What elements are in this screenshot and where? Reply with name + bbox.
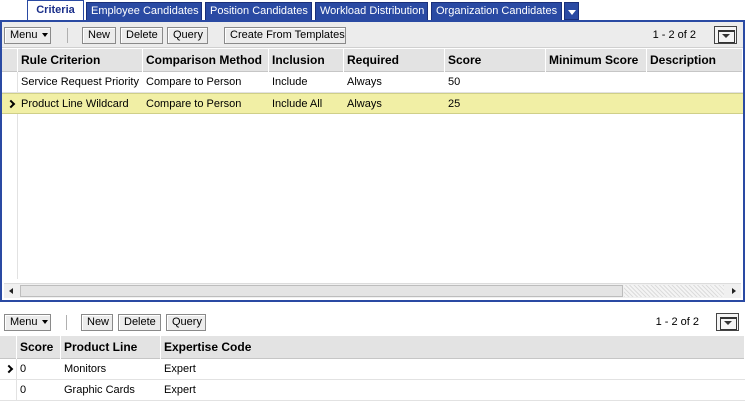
toggle-layout-icon[interactable] bbox=[714, 26, 737, 44]
create-from-templates-button[interactable]: Create From Templates bbox=[224, 27, 346, 44]
column-header-expertise-code[interactable]: Expertise Code bbox=[161, 336, 745, 359]
column-header-description[interactable]: Description bbox=[647, 49, 743, 72]
table-row[interactable]: 0 Graphic Cards Expert bbox=[0, 380, 745, 401]
table-row-selected[interactable]: Product Line Wildcard Compare to Person … bbox=[2, 93, 743, 114]
cell-score[interactable]: 50 bbox=[445, 72, 546, 92]
column-header-score[interactable]: Score bbox=[445, 49, 546, 72]
criteria-grid: Rule Criterion Comparison Method Inclusi… bbox=[2, 49, 743, 279]
horizontal-scrollbar[interactable] bbox=[4, 283, 741, 298]
product-line-grid: Score Product Line Expertise Code 0 Moni… bbox=[0, 336, 745, 401]
tab-organization-candidates[interactable]: Organization Candidates bbox=[431, 2, 562, 20]
cell-minimum-score[interactable] bbox=[546, 94, 647, 114]
cell-product-line[interactable]: Monitors bbox=[61, 359, 161, 379]
column-header-product-line[interactable]: Product Line bbox=[61, 336, 161, 359]
cell-rule-criterion[interactable]: Product Line Wildcard bbox=[18, 94, 143, 114]
query-button[interactable]: Query bbox=[167, 27, 208, 44]
cell-score[interactable]: 0 bbox=[17, 380, 61, 400]
cell-required[interactable]: Always bbox=[344, 94, 445, 114]
cell-expertise-code[interactable]: Expert bbox=[161, 380, 361, 400]
view-tab-strip: Criteria Employee Candidates Position Ca… bbox=[0, 0, 745, 20]
table-row-selected[interactable]: 0 Monitors Expert bbox=[0, 359, 745, 380]
cell-inclusion[interactable]: Include bbox=[269, 72, 344, 92]
table-row[interactable]: Service Request Priority Compare to Pers… bbox=[2, 72, 743, 93]
record-count: 1 - 2 of 2 bbox=[652, 29, 696, 41]
toggle-layout-icon[interactable] bbox=[716, 313, 739, 331]
cell-rule-criterion[interactable]: Service Request Priority bbox=[18, 72, 143, 92]
cell-comparison-method[interactable]: Compare to Person bbox=[143, 72, 269, 92]
column-header-inclusion[interactable]: Inclusion bbox=[269, 49, 344, 72]
chevron-down-icon bbox=[41, 33, 48, 37]
query-button[interactable]: Query bbox=[166, 314, 206, 331]
chevron-down-icon bbox=[41, 320, 48, 324]
toolbar-divider bbox=[67, 28, 68, 43]
cell-comparison-method[interactable]: Compare to Person bbox=[143, 94, 269, 114]
column-header-minimum-score[interactable]: Minimum Score bbox=[546, 49, 647, 72]
criteria-list-applet: Menu New Delete Query Create From Templa… bbox=[0, 20, 745, 302]
cell-score[interactable]: 25 bbox=[445, 94, 546, 114]
menu-button-label: Menu bbox=[10, 316, 38, 328]
more-tabs-dropdown-icon[interactable] bbox=[564, 2, 579, 20]
row-selector-header bbox=[0, 336, 17, 359]
cell-product-line[interactable]: Graphic Cards bbox=[61, 380, 161, 400]
criteria-toolbar: Menu New Delete Query Create From Templa… bbox=[2, 22, 743, 48]
cell-score[interactable]: 0 bbox=[17, 359, 61, 379]
tab-employee-candidates[interactable]: Employee Candidates bbox=[86, 2, 202, 20]
tab-workload-distribution[interactable]: Workload Distribution bbox=[315, 2, 428, 20]
cell-description[interactable] bbox=[647, 94, 743, 114]
product-line-list-applet: Menu New Delete Query 1 - 2 of 2 Score P… bbox=[0, 309, 745, 401]
cell-description[interactable] bbox=[647, 72, 743, 92]
toolbar-divider bbox=[66, 315, 67, 330]
menu-button[interactable]: Menu bbox=[4, 314, 51, 331]
cell-minimum-score[interactable] bbox=[546, 72, 647, 92]
row-selector-header bbox=[2, 49, 18, 72]
cell-required[interactable]: Always bbox=[344, 72, 445, 92]
delete-button[interactable]: Delete bbox=[120, 27, 163, 44]
current-row-arrow-icon bbox=[4, 364, 14, 374]
scrollbar-thumb[interactable] bbox=[20, 285, 623, 297]
cell-expertise-code[interactable]: Expert bbox=[161, 359, 361, 379]
criteria-grid-header: Rule Criterion Comparison Method Inclusi… bbox=[2, 49, 743, 72]
new-button[interactable]: New bbox=[81, 314, 113, 331]
tab-position-candidates[interactable]: Position Candidates bbox=[205, 2, 312, 20]
column-header-rule-criterion[interactable]: Rule Criterion bbox=[18, 49, 143, 72]
scroll-right-icon[interactable] bbox=[726, 284, 741, 298]
scroll-left-icon[interactable] bbox=[4, 284, 19, 298]
product-line-toolbar: Menu New Delete Query 1 - 2 of 2 bbox=[0, 309, 745, 336]
column-header-required[interactable]: Required bbox=[344, 49, 445, 72]
record-count: 1 - 2 of 2 bbox=[655, 316, 699, 328]
current-row-arrow-icon bbox=[6, 99, 16, 109]
column-header-score[interactable]: Score bbox=[17, 336, 61, 359]
column-header-comparison-method[interactable]: Comparison Method bbox=[143, 49, 269, 72]
cell-inclusion[interactable]: Include All bbox=[269, 94, 344, 114]
product-line-grid-header: Score Product Line Expertise Code bbox=[0, 336, 745, 359]
new-button[interactable]: New bbox=[82, 27, 116, 44]
scrollbar-track[interactable] bbox=[624, 285, 724, 297]
menu-button-label: Menu bbox=[10, 29, 38, 41]
menu-button[interactable]: Menu bbox=[4, 27, 51, 44]
delete-button[interactable]: Delete bbox=[118, 314, 161, 331]
tab-criteria[interactable]: Criteria bbox=[27, 0, 84, 20]
